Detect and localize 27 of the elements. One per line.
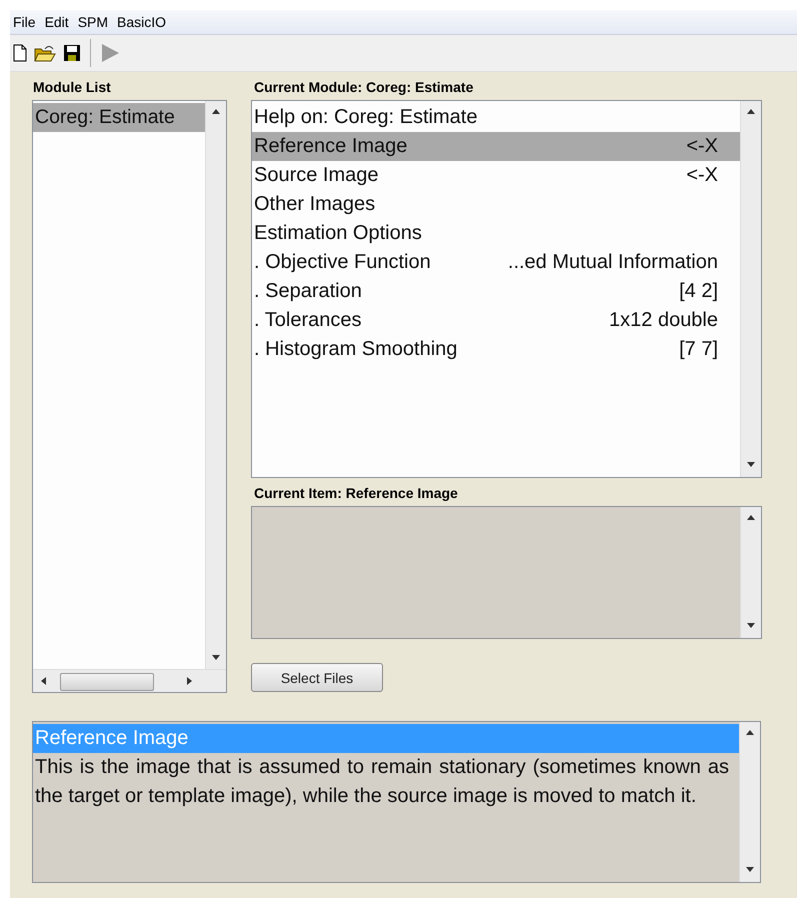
menu-item[interactable]: BasicIO <box>117 14 166 30</box>
module-option[interactable]: Reference Image <-X <box>252 132 740 161</box>
menu-item[interactable]: File <box>13 14 36 30</box>
panel-title: Module List <box>32 78 112 97</box>
save-icon[interactable] <box>63 44 81 62</box>
module-option[interactable]: Estimation Options <box>252 219 740 248</box>
panel-title: Current Module: Coreg: Estimate <box>253 78 474 97</box>
select-files-button[interactable]: Select Files <box>251 663 383 692</box>
module-option[interactable]: . Tolerances 1x12 double <box>252 306 740 335</box>
scrollbar[interactable] <box>739 722 760 882</box>
scrollbar[interactable] <box>33 669 226 692</box>
help-heading: Reference Image <box>33 724 739 753</box>
scrollbar[interactable] <box>205 101 226 670</box>
module-option[interactable]: . Histogram Smoothing [7 7] <box>252 335 740 364</box>
help-text: This is the image that is assumed to remain stationary (sometimes known as the target or template image), while the source image is moved to match it. <box>34 755 730 809</box>
module-option[interactable]: Source Image <-X <box>252 161 740 190</box>
menu-item[interactable]: SPM <box>78 14 108 30</box>
scrollbar[interactable] <box>740 101 761 477</box>
open-folder-icon[interactable] <box>34 44 56 62</box>
module-option[interactable]: Help on: Coreg: Estimate <box>252 103 740 132</box>
new-file-icon[interactable] <box>13 44 27 62</box>
module-item[interactable]: Coreg: Estimate <box>33 103 205 132</box>
module-option[interactable]: . Objective Function ...ed Mutual Information <box>252 248 740 277</box>
module-option[interactable]: . Separation [4 2] <box>252 277 740 306</box>
module-option[interactable]: Other Images <box>252 190 740 219</box>
menu-item[interactable]: Edit <box>44 14 69 30</box>
panel-title: Current Item: Reference Image <box>253 484 459 503</box>
